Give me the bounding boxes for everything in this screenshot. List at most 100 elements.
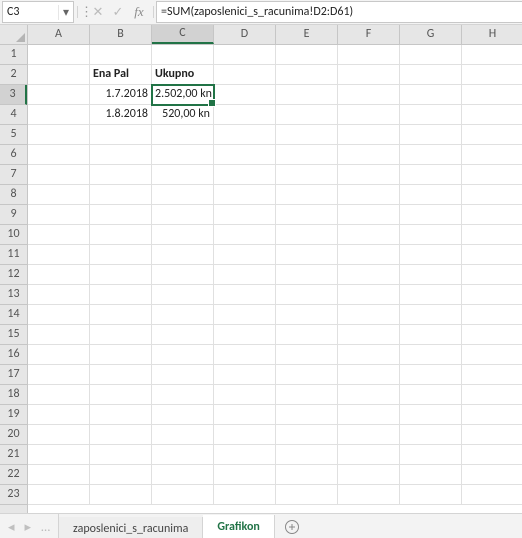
row-header-7[interactable]: 7 bbox=[0, 165, 27, 185]
cell-A12[interactable] bbox=[28, 265, 90, 285]
cell-B21[interactable] bbox=[90, 445, 152, 465]
cell-D18[interactable] bbox=[214, 385, 276, 405]
cell-A7[interactable] bbox=[28, 165, 90, 185]
row-header-12[interactable]: 12 bbox=[0, 265, 27, 285]
select-all-corner[interactable] bbox=[0, 25, 28, 45]
cell-C2[interactable]: Ukupno bbox=[152, 65, 214, 85]
cell-H7[interactable] bbox=[462, 165, 522, 185]
cell-B3[interactable]: 1.7.2018 bbox=[90, 85, 152, 105]
cell-H6[interactable] bbox=[462, 145, 522, 165]
cell-A10[interactable] bbox=[28, 225, 90, 245]
cell-D6[interactable] bbox=[214, 145, 276, 165]
cell-G16[interactable] bbox=[400, 345, 462, 365]
cell-E15[interactable] bbox=[276, 325, 338, 345]
cell-A8[interactable] bbox=[28, 185, 90, 205]
cell-A3[interactable] bbox=[28, 85, 90, 105]
cell-B10[interactable] bbox=[90, 225, 152, 245]
cell-A4[interactable] bbox=[28, 105, 90, 125]
cell-D7[interactable] bbox=[214, 165, 276, 185]
cell-B7[interactable] bbox=[90, 165, 152, 185]
cell-H23[interactable] bbox=[462, 485, 522, 505]
cell-E14[interactable] bbox=[276, 305, 338, 325]
cell-B13[interactable] bbox=[90, 285, 152, 305]
cell-A19[interactable] bbox=[28, 405, 90, 425]
cell-G9[interactable] bbox=[400, 205, 462, 225]
cell-G5[interactable] bbox=[400, 125, 462, 145]
cell-C6[interactable] bbox=[152, 145, 214, 165]
name-box[interactable]: C3 ▾ bbox=[2, 1, 74, 23]
cell-H5[interactable] bbox=[462, 125, 522, 145]
cell-G8[interactable] bbox=[400, 185, 462, 205]
cell-B9[interactable] bbox=[90, 205, 152, 225]
cell-B12[interactable] bbox=[90, 265, 152, 285]
cell-H13[interactable] bbox=[462, 285, 522, 305]
cell-G2[interactable] bbox=[400, 65, 462, 85]
cell-C1[interactable] bbox=[152, 45, 214, 65]
tab-nav-prev-icon[interactable]: ◂ bbox=[8, 520, 15, 535]
cell-A14[interactable] bbox=[28, 305, 90, 325]
cell-D22[interactable] bbox=[214, 465, 276, 485]
cell-F14[interactable] bbox=[338, 305, 400, 325]
row-header-6[interactable]: 6 bbox=[0, 145, 27, 165]
cell-D23[interactable] bbox=[214, 485, 276, 505]
cell-A13[interactable] bbox=[28, 285, 90, 305]
cell-A2[interactable] bbox=[28, 65, 90, 85]
row-header-21[interactable]: 21 bbox=[0, 445, 27, 465]
column-header-E[interactable]: E bbox=[276, 25, 338, 44]
cell-A9[interactable] bbox=[28, 205, 90, 225]
cell-D15[interactable] bbox=[214, 325, 276, 345]
cell-H14[interactable] bbox=[462, 305, 522, 325]
cell-A16[interactable] bbox=[28, 345, 90, 365]
cell-B6[interactable] bbox=[90, 145, 152, 165]
tab-nav-more-icon[interactable]: … bbox=[41, 520, 50, 535]
cell-D4[interactable] bbox=[214, 105, 276, 125]
cell-F23[interactable] bbox=[338, 485, 400, 505]
cell-D8[interactable] bbox=[214, 185, 276, 205]
cell-F7[interactable] bbox=[338, 165, 400, 185]
row-header-5[interactable]: 5 bbox=[0, 125, 27, 145]
cell-E10[interactable] bbox=[276, 225, 338, 245]
cell-H19[interactable] bbox=[462, 405, 522, 425]
cell-A20[interactable] bbox=[28, 425, 90, 445]
cell-D19[interactable] bbox=[214, 405, 276, 425]
cell-G19[interactable] bbox=[400, 405, 462, 425]
cell-C4[interactable]: 520,00 kn bbox=[152, 105, 214, 125]
cell-G10[interactable] bbox=[400, 225, 462, 245]
cell-D3[interactable] bbox=[214, 85, 276, 105]
cell-F9[interactable] bbox=[338, 205, 400, 225]
cell-E20[interactable] bbox=[276, 425, 338, 445]
cell-H3[interactable] bbox=[462, 85, 522, 105]
cell-E12[interactable] bbox=[276, 265, 338, 285]
row-header-20[interactable]: 20 bbox=[0, 425, 27, 445]
row-header-17[interactable]: 17 bbox=[0, 365, 27, 385]
cell-F4[interactable] bbox=[338, 105, 400, 125]
cell-C8[interactable] bbox=[152, 185, 214, 205]
cell-B22[interactable] bbox=[90, 465, 152, 485]
cell-G13[interactable] bbox=[400, 285, 462, 305]
cell-G22[interactable] bbox=[400, 465, 462, 485]
column-header-D[interactable]: D bbox=[214, 25, 276, 44]
cell-D20[interactable] bbox=[214, 425, 276, 445]
column-header-F[interactable]: F bbox=[338, 25, 400, 44]
row-header-22[interactable]: 22 bbox=[0, 465, 27, 485]
cell-E17[interactable] bbox=[276, 365, 338, 385]
cell-H8[interactable] bbox=[462, 185, 522, 205]
cell-A1[interactable] bbox=[28, 45, 90, 65]
name-box-dropdown-icon[interactable]: ▾ bbox=[58, 5, 73, 20]
cell-D12[interactable] bbox=[214, 265, 276, 285]
cell-E6[interactable] bbox=[276, 145, 338, 165]
cell-D21[interactable] bbox=[214, 445, 276, 465]
cell-F17[interactable] bbox=[338, 365, 400, 385]
row-header-11[interactable]: 11 bbox=[0, 245, 27, 265]
cell-H21[interactable] bbox=[462, 445, 522, 465]
cell-G17[interactable] bbox=[400, 365, 462, 385]
cell-B14[interactable] bbox=[90, 305, 152, 325]
cell-A18[interactable] bbox=[28, 385, 90, 405]
cell-E21[interactable] bbox=[276, 445, 338, 465]
cell-F15[interactable] bbox=[338, 325, 400, 345]
cell-C7[interactable] bbox=[152, 165, 214, 185]
cell-C3[interactable]: 2.502,00 kn bbox=[152, 85, 214, 105]
cell-G7[interactable] bbox=[400, 165, 462, 185]
cell-D17[interactable] bbox=[214, 365, 276, 385]
spreadsheet-grid[interactable]: ABCDEFGH 1234567891011121314151617181920… bbox=[0, 25, 522, 513]
